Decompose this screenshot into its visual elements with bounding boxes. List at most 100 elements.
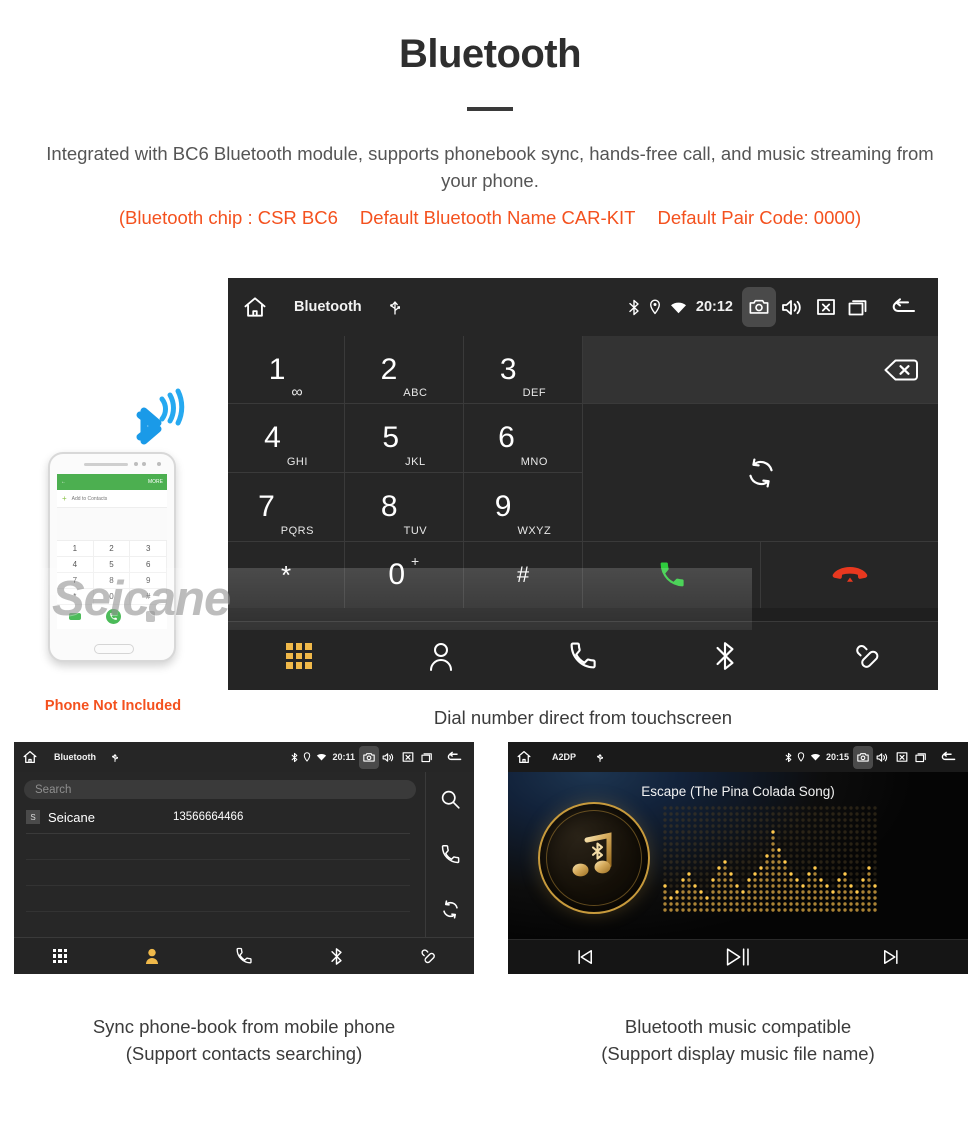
key-8[interactable]: 8 TUV <box>345 473 464 542</box>
song-title: Escape (The Pina Colada Song) <box>641 784 835 799</box>
camera-icon[interactable] <box>742 287 776 327</box>
nav-call-log[interactable] <box>512 641 654 671</box>
phone-more-label: MORE <box>148 479 163 485</box>
key-number: 4 <box>264 421 281 454</box>
key-star[interactable]: * <box>228 542 345 608</box>
contacts-icon <box>144 947 160 965</box>
phone-key: 2 <box>93 541 131 557</box>
usb-icon <box>596 752 604 763</box>
recent-apps-icon[interactable] <box>848 298 870 317</box>
play-pause-button[interactable] <box>661 946 814 968</box>
key-0[interactable]: 0 + <box>345 542 464 608</box>
nav-keypad[interactable] <box>228 643 370 669</box>
close-box-icon[interactable] <box>896 751 908 763</box>
page-description: Integrated with BC6 Bluetooth module, su… <box>46 143 934 191</box>
key-number: 9 <box>494 490 512 523</box>
dialer-title: Bluetooth <box>294 299 362 315</box>
sync-button[interactable] <box>583 404 938 542</box>
contact-row-empty <box>26 860 410 886</box>
nav-call-log[interactable] <box>198 947 290 965</box>
nav-pair-link[interactable] <box>796 641 938 671</box>
key-sublabel: MNO <box>520 456 548 468</box>
search-icon[interactable] <box>440 789 461 810</box>
key-number: 6 <box>498 421 515 454</box>
phone-key: # <box>130 589 167 605</box>
key-number: 7 <box>258 490 275 523</box>
key-sublabel: WXYZ <box>517 525 552 537</box>
key-6[interactable]: 6 MNO <box>464 404 583 473</box>
next-button[interactable] <box>815 947 968 967</box>
call-icon[interactable] <box>440 844 461 865</box>
nav-bluetooth[interactable] <box>654 640 796 672</box>
spec-name: Default Bluetooth Name CAR-KIT <box>359 207 636 228</box>
dialer-clock: 20:12 <box>695 299 733 315</box>
recent-apps-icon[interactable] <box>421 752 434 763</box>
close-box-icon[interactable] <box>816 297 836 317</box>
wifi-icon <box>316 753 327 761</box>
key-2[interactable]: 2 ABC <box>345 336 464 404</box>
key-5[interactable]: 5 JKL <box>345 404 464 473</box>
volume-icon[interactable] <box>876 752 889 763</box>
back-icon[interactable] <box>888 297 918 317</box>
search-placeholder: Search <box>35 783 72 796</box>
nav-bluetooth[interactable] <box>290 947 382 966</box>
contact-row[interactable]: S Seicane 13566664466 <box>26 805 410 834</box>
music-caption-line1: Bluetooth music compatible <box>624 1016 852 1037</box>
phonebook-status-bar: Bluetooth 20:11 <box>14 742 474 772</box>
phone-speaker <box>84 463 128 466</box>
nav-pair-link[interactable] <box>382 947 474 965</box>
nav-contacts[interactable] <box>106 947 198 965</box>
phone-keypad: 1 2 3 4 5 6 7 8 9 * 0 # <box>57 541 167 605</box>
keypad-icon <box>53 949 67 963</box>
home-icon[interactable] <box>22 749 38 765</box>
close-box-icon[interactable] <box>402 751 414 763</box>
key-1[interactable]: 1 ∞ <box>228 336 345 404</box>
sync-icon[interactable] <box>440 899 461 920</box>
key-number: 3 <box>499 352 517 386</box>
pair-link-icon <box>419 947 437 965</box>
camera-icon[interactable] <box>359 745 379 769</box>
phone-not-included-note: Phone Not Included <box>44 698 182 714</box>
music-title: A2DP <box>552 752 577 762</box>
key-9[interactable]: 9 WXYZ <box>464 473 583 542</box>
key-4[interactable]: 4 GHI <box>228 404 345 473</box>
phonebook-status-icons: 20:11 <box>291 745 466 769</box>
bluetooth-wireless-icon <box>118 385 202 445</box>
nav-keypad[interactable] <box>14 949 106 963</box>
music-screen: A2DP 20:15 Escape (The Pina Colada Song) <box>508 742 968 974</box>
phone-home-button <box>94 644 134 654</box>
spec-note-row: (Bluetooth chip : CSR BC6 Default Blueto… <box>0 207 980 229</box>
number-display[interactable] <box>583 336 938 404</box>
volume-icon[interactable] <box>781 298 804 317</box>
previous-button[interactable] <box>508 947 661 967</box>
key-7[interactable]: 7 PQRS <box>228 473 345 542</box>
call-button[interactable] <box>583 542 761 608</box>
call-log-icon <box>568 641 598 671</box>
contact-initial: S <box>26 810 40 824</box>
search-input[interactable]: Search <box>24 780 416 799</box>
usb-icon <box>111 752 119 763</box>
key-hash[interactable]: # <box>464 542 583 608</box>
key-sublabel: PQRS <box>280 525 314 537</box>
back-icon[interactable] <box>445 751 463 763</box>
phone-action-row <box>57 605 167 627</box>
backspace-icon[interactable] <box>882 357 920 383</box>
music-caption-line2: (Support display music file name) <box>601 1043 875 1064</box>
hangup-button[interactable] <box>761 542 938 608</box>
location-icon <box>649 299 661 315</box>
key-3[interactable]: 3 DEF <box>464 336 583 404</box>
bluetooth-icon <box>785 752 792 763</box>
nav-contacts[interactable] <box>370 641 512 671</box>
home-icon[interactable] <box>242 294 268 320</box>
back-icon[interactable] <box>939 751 957 763</box>
page-title: Bluetooth <box>398 32 582 76</box>
play-pause-icon <box>725 946 751 968</box>
volume-icon[interactable] <box>382 752 395 763</box>
home-icon[interactable] <box>516 749 532 765</box>
camera-icon[interactable] <box>853 745 873 769</box>
album-art <box>538 802 650 914</box>
phonebook-caption: Sync phone-book from mobile phone (Suppo… <box>14 1013 474 1067</box>
recent-apps-icon[interactable] <box>915 752 928 763</box>
page-root: Bluetooth Integrated with BC6 Bluetooth … <box>0 0 980 1129</box>
phone-key: 1 <box>57 541 94 557</box>
